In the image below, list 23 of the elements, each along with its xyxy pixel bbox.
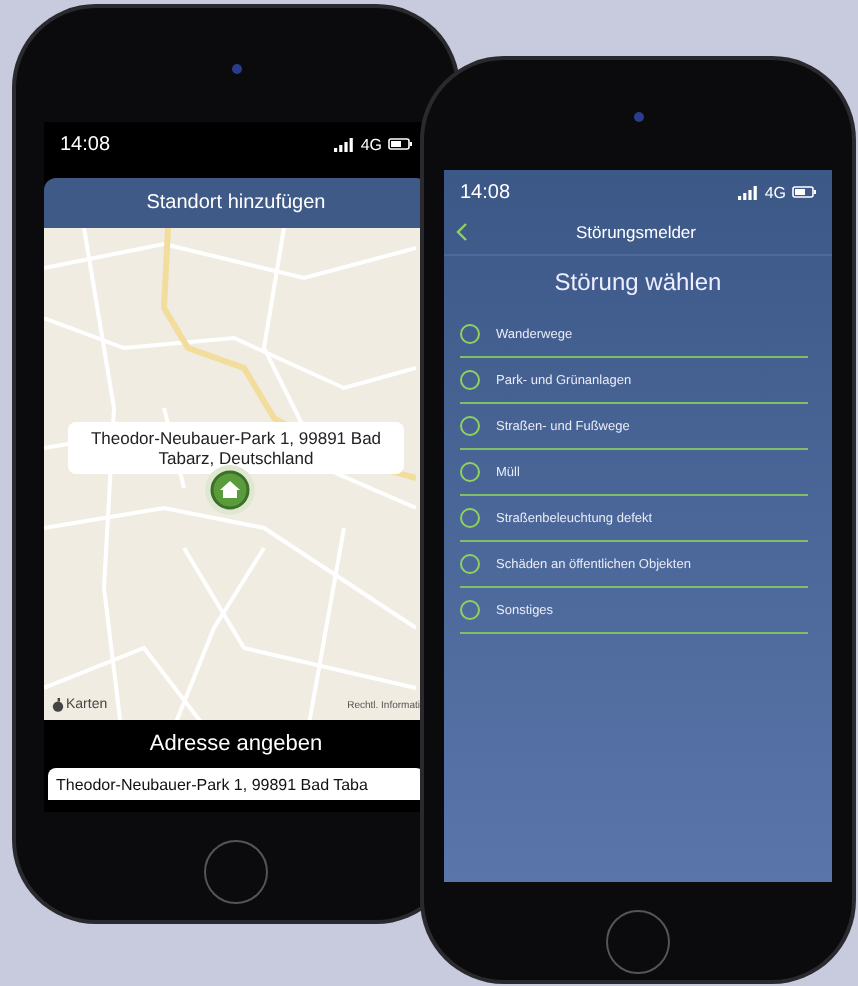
back-icon[interactable]: [456, 222, 468, 242]
battery-icon: [792, 186, 816, 198]
radio-icon[interactable]: [460, 324, 480, 344]
signal-icon: [334, 137, 355, 151]
radio-icon[interactable]: [460, 462, 480, 482]
page-heading: Störung wählen: [552, 266, 724, 300]
network-label: 4G: [764, 183, 786, 201]
radio-icon[interactable]: [460, 554, 480, 574]
radio-icon[interactable]: [460, 370, 480, 390]
address-field[interactable]: Theodor-Neubauer-Park 1, 99891 Bad Taba: [48, 768, 424, 800]
status-time: 14:08: [460, 181, 511, 203]
battery-icon: [388, 138, 412, 150]
radio-icon[interactable]: [460, 508, 480, 528]
signal-icon: [738, 185, 759, 199]
network-label: 4G: [360, 135, 382, 153]
radio-icon[interactable]: [460, 416, 480, 436]
home-button[interactable]: [606, 910, 670, 974]
home-pin-icon: [204, 464, 256, 516]
home-button[interactable]: [204, 840, 268, 904]
radio-icon[interactable]: [460, 600, 480, 620]
nav-title: Störungsmelder: [573, 222, 698, 242]
status-time: 14:08: [60, 133, 111, 155]
address-label: Theodor-Neubauer-Park 1, 99891 Bad Tabarz, Deutschland: [68, 422, 404, 474]
